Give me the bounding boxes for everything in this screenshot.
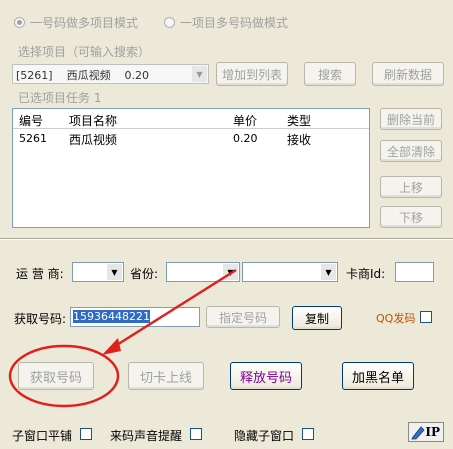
column-header-name[interactable]: 项目名称 <box>69 112 117 129</box>
mode-radio-multi-number[interactable] <box>164 17 175 28</box>
move-down-button[interactable]: 下移 <box>380 206 442 228</box>
phone-number-value: 15936448221 <box>73 310 150 323</box>
search-button[interactable]: 搜索 <box>304 62 356 86</box>
chevron-down-icon: ▼ <box>321 264 336 280</box>
copy-button[interactable]: 复制 <box>292 306 342 330</box>
clear-all-button[interactable]: 全部清除 <box>380 140 442 162</box>
hide-sub-window-checkbox[interactable] <box>302 428 314 440</box>
column-header-id[interactable]: 编号 <box>19 112 43 129</box>
sub-window-tile-label: 子窗口平铺 <box>12 429 73 443</box>
qq-code-label: QQ发码 <box>376 312 416 325</box>
move-up-button[interactable]: 上移 <box>380 176 442 198</box>
pencil-icon <box>411 426 425 440</box>
selected-tasks-label: 已选项目任务 1 <box>18 91 102 105</box>
card-id-input[interactable] <box>395 262 434 282</box>
chevron-down-icon: ▼ <box>192 66 207 82</box>
release-number-button[interactable]: 释放号码 <box>230 362 302 390</box>
column-header-type[interactable]: 类型 <box>287 112 311 129</box>
project-label: 选择项目（可输入搜索） <box>18 45 151 59</box>
blacklist-button[interactable]: 加黑名单 <box>342 362 414 390</box>
sound-alert-checkbox[interactable] <box>190 428 202 440</box>
column-header-price[interactable]: 单价 <box>233 112 257 129</box>
project-select[interactable]: [5261] 西瓜视频 0.20 ▼ <box>12 64 209 84</box>
qq-code-checkbox[interactable] <box>420 311 432 323</box>
get-number-label: 获取号码: <box>14 312 67 326</box>
table-header: 编号 项目名称 单价 类型 <box>13 109 369 129</box>
chevron-down-icon: ▼ <box>223 264 238 280</box>
phone-number-input[interactable]: 15936448221 <box>70 307 200 327</box>
province-label: 省份: <box>130 267 159 281</box>
province-select[interactable]: ▼ <box>166 262 240 282</box>
project-select-value: [5261] 西瓜视频 0.20 <box>16 69 150 82</box>
row-price: 0.20 <box>233 132 258 145</box>
chevron-down-icon: ▼ <box>107 264 122 280</box>
specify-number-button[interactable]: 指定号码 <box>206 306 280 328</box>
carrier-label: 运 营 商: <box>16 267 64 281</box>
carrier-select[interactable]: ▼ <box>72 262 124 282</box>
refresh-data-button[interactable]: 刷新数据 <box>372 62 444 86</box>
task-table[interactable]: 编号 项目名称 单价 类型 5261 西瓜视频 0.20 接收 <box>12 108 370 228</box>
row-id: 5261 <box>19 132 47 145</box>
card-id-label: 卡商Id: <box>346 267 386 281</box>
mode-option-1-label: 一号码做多项目模式 <box>30 16 139 30</box>
sound-alert-label: 来码声音提醒 <box>110 429 183 443</box>
get-number-button[interactable]: 获取号码 <box>18 362 94 390</box>
add-to-list-button[interactable]: 增加到列表 <box>216 62 288 86</box>
city-select[interactable]: ▼ <box>242 262 338 282</box>
sub-window-tile-checkbox[interactable] <box>80 428 92 440</box>
ip-button[interactable]: IP <box>408 422 444 442</box>
mode-radio-multi-project[interactable] <box>14 17 25 28</box>
ip-label: IP <box>425 425 440 439</box>
divider <box>0 238 453 240</box>
switch-online-button[interactable]: 切卡上线 <box>128 362 204 390</box>
annotation-arrowhead <box>102 338 121 355</box>
row-name: 西瓜视频 <box>69 133 118 147</box>
table-row[interactable]: 5261 西瓜视频 0.20 接收 <box>13 129 369 147</box>
delete-current-button[interactable]: 删除当前 <box>380 108 442 130</box>
row-type: 接收 <box>287 133 312 147</box>
mode-option-2-label: 一项目多号码做模式 <box>180 16 289 30</box>
hide-sub-window-label: 隐藏子窗口 <box>234 429 295 443</box>
